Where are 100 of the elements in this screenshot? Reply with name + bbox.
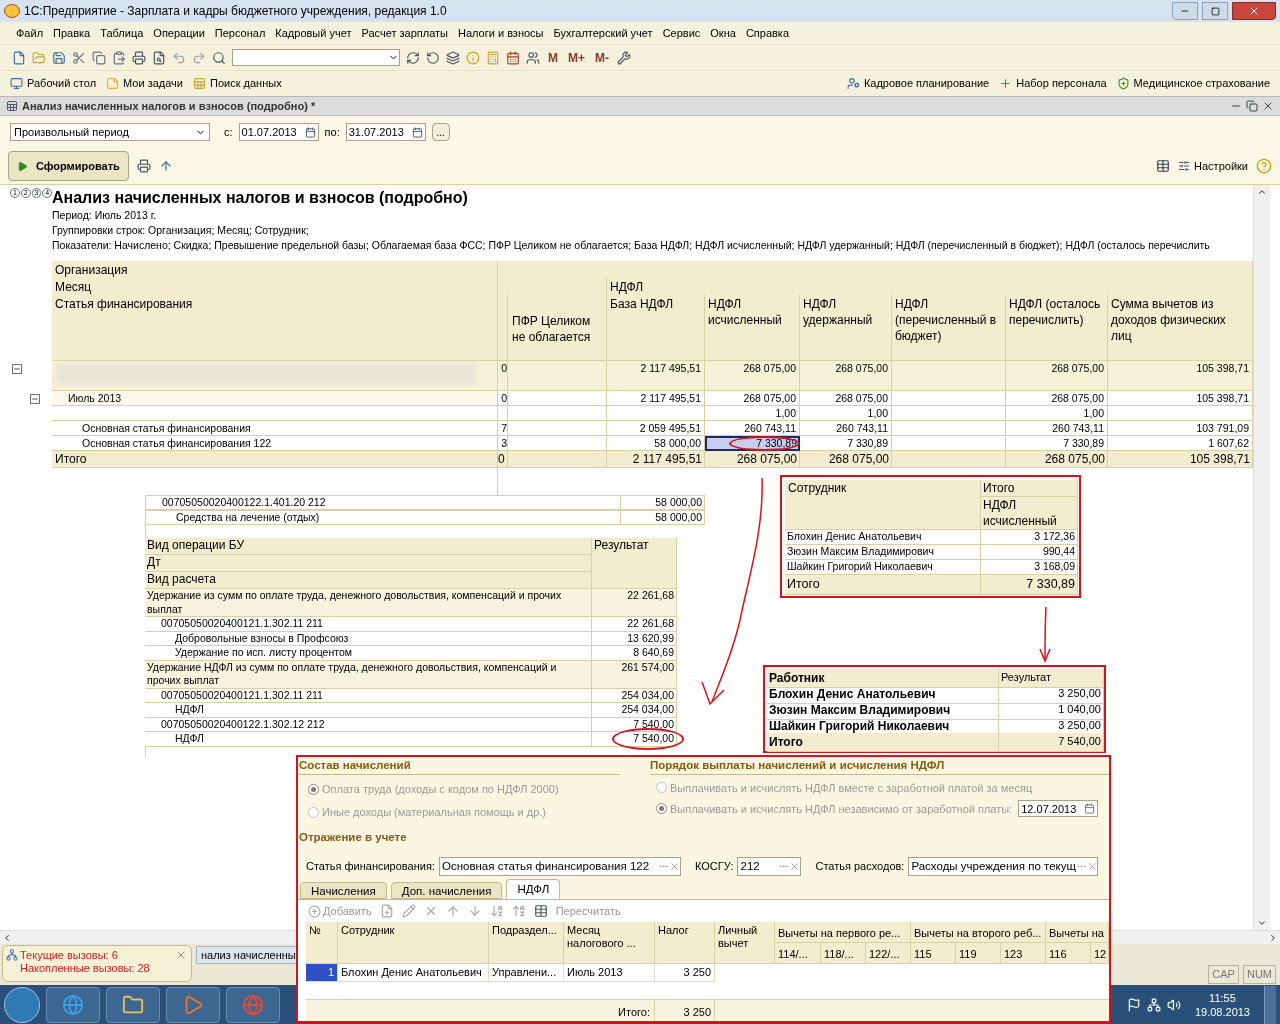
date-field[interactable]: 12.07.2013 — [1018, 800, 1099, 818]
refresh-icon[interactable] — [406, 50, 420, 65]
menu-item[interactable]: Файл — [16, 24, 44, 42]
table-cell[interactable]: 268 075,00 — [1006, 391, 1108, 406]
radio-button[interactable] — [656, 803, 667, 815]
table-cell[interactable] — [508, 406, 607, 421]
table-cell[interactable]: 1,00 — [1006, 406, 1108, 421]
taskbar-button[interactable] — [46, 986, 100, 1023]
table-cell[interactable]: 105 398,71 — [1108, 361, 1253, 391]
table-cell[interactable]: 268 075,00 — [800, 361, 892, 391]
volume-icon[interactable] — [1166, 997, 1181, 1012]
table-cell[interactable]: 2 059 495,51 — [607, 421, 705, 436]
tab[interactable]: НДФЛ — [506, 879, 561, 900]
panel-link[interactable]: Набор персонала — [999, 75, 1107, 92]
pencil-icon[interactable] — [401, 904, 416, 919]
table-cell[interactable]: 7 330,89 — [705, 436, 800, 451]
table-cell[interactable] — [892, 391, 1006, 406]
table-cell[interactable]: 2 117 495,51 — [607, 361, 705, 391]
table-cell[interactable]: 260 743,11 — [705, 421, 800, 436]
close-button[interactable] — [1232, 2, 1276, 20]
generate-button[interactable]: Сформировать — [8, 151, 129, 181]
menu-item[interactable]: Кадровый учет — [275, 24, 352, 42]
table-cell[interactable] — [1108, 406, 1253, 421]
calculator-icon[interactable] — [486, 50, 500, 65]
taskbar-button[interactable] — [226, 986, 280, 1023]
menu-item[interactable]: Правка — [53, 24, 91, 42]
search-icon[interactable] — [212, 50, 226, 65]
taskbar-button[interactable] — [166, 986, 220, 1023]
table-cell[interactable]: 58 000,00 — [607, 436, 705, 451]
start-button[interactable] — [4, 986, 40, 1023]
table-cell[interactable]: 260 743,11 — [800, 421, 892, 436]
menu-item[interactable]: Окна — [710, 24, 736, 42]
minimize-button[interactable] — [1172, 2, 1198, 20]
copy-row-icon[interactable] — [379, 904, 394, 919]
table-cell[interactable] — [508, 436, 607, 451]
expand-button[interactable] — [12, 364, 22, 374]
table-cell[interactable]: 105 398,71 — [1108, 391, 1253, 406]
save-icon[interactable] — [52, 50, 66, 65]
table-cell[interactable]: 268 075,00 — [705, 391, 800, 406]
period-type-select[interactable]: Произвольный период — [10, 123, 210, 141]
flag-icon[interactable] — [1126, 997, 1141, 1012]
folder-icon[interactable] — [32, 50, 46, 65]
printer-icon[interactable] — [132, 50, 146, 65]
table-cell[interactable]: 103 791,09 — [1108, 421, 1253, 436]
table-cell[interactable]: 260 743,11 — [1006, 421, 1108, 436]
print-icon[interactable] — [136, 159, 151, 173]
menu-item[interactable]: Сервис — [662, 24, 701, 42]
select-field[interactable]: Расходы учреждения по текущ — [908, 856, 1099, 876]
network-icon[interactable] — [1146, 997, 1161, 1012]
windows-icon[interactable] — [446, 50, 460, 65]
menu-item[interactable]: Операции — [153, 24, 205, 42]
table-cell[interactable]: 2 117 495,51 — [607, 391, 705, 406]
preview-icon[interactable] — [152, 50, 166, 65]
rotate-icon[interactable] — [426, 50, 440, 65]
users-icon[interactable] — [526, 50, 540, 65]
table-cell[interactable]: 1,00 — [800, 406, 892, 421]
vertical-scrollbar[interactable] — [1253, 185, 1270, 930]
menu-item[interactable]: Расчет зарплаты — [361, 24, 448, 42]
to-date-field[interactable]: 31.07.2013 — [345, 123, 426, 141]
memory-button[interactable]: M — [546, 48, 560, 67]
copy-icon[interactable] — [92, 50, 106, 65]
panel-link[interactable]: Медицинское страхование — [1116, 75, 1270, 92]
table-cell[interactable] — [892, 406, 1006, 421]
paste-icon[interactable] — [112, 50, 126, 65]
table-cell[interactable] — [508, 361, 607, 391]
select-field[interactable]: 212 — [737, 856, 802, 876]
memory-button[interactable]: M- — [593, 48, 611, 67]
sort-ascending-icon[interactable] — [489, 904, 504, 919]
calendar-icon[interactable] — [506, 50, 520, 65]
table-cell[interactable]: 268 075,00 — [1006, 361, 1108, 391]
table-cell[interactable] — [607, 406, 705, 421]
select-field[interactable]: Основная статья финансирования 122 — [438, 856, 681, 876]
panel-link[interactable]: Кадровое планирование — [846, 75, 990, 92]
table-cell[interactable]: 1,00 — [705, 406, 800, 421]
expand-button[interactable] — [30, 394, 40, 404]
scissors-icon[interactable] — [72, 50, 86, 65]
menu-item[interactable]: Справка — [745, 24, 790, 42]
table-cell[interactable] — [892, 421, 1006, 436]
restore-icon[interactable] — [1246, 100, 1258, 112]
radio-button[interactable] — [308, 784, 319, 795]
panel-link[interactable]: Поиск данных — [193, 75, 282, 92]
redo-icon[interactable] — [192, 50, 206, 65]
maximize-button[interactable] — [1202, 2, 1228, 20]
tab[interactable]: Доп. начисления — [390, 882, 503, 900]
menu-item[interactable]: Бухгалтерский учет — [553, 24, 653, 42]
info-icon[interactable] — [466, 50, 480, 65]
menu-item[interactable]: Таблица — [100, 24, 144, 42]
table-cell[interactable] — [892, 361, 1006, 391]
panel-link[interactable]: Рабочий стол — [10, 75, 97, 92]
table-cell[interactable]: 7 330,89 — [1006, 436, 1108, 451]
sort-descending-icon[interactable] — [511, 904, 526, 919]
radio-button[interactable] — [308, 806, 319, 818]
table-cell[interactable] — [508, 391, 607, 406]
wrench-icon[interactable] — [617, 50, 631, 65]
tab[interactable]: Начисления — [300, 882, 387, 900]
taskbar-button[interactable] — [106, 986, 160, 1023]
table-cell[interactable]: 268 075,00 — [705, 361, 800, 391]
radio-button[interactable] — [656, 782, 667, 794]
panel-link[interactable]: Мои задачи — [106, 75, 183, 92]
select-period-button[interactable]: ... — [431, 123, 450, 141]
